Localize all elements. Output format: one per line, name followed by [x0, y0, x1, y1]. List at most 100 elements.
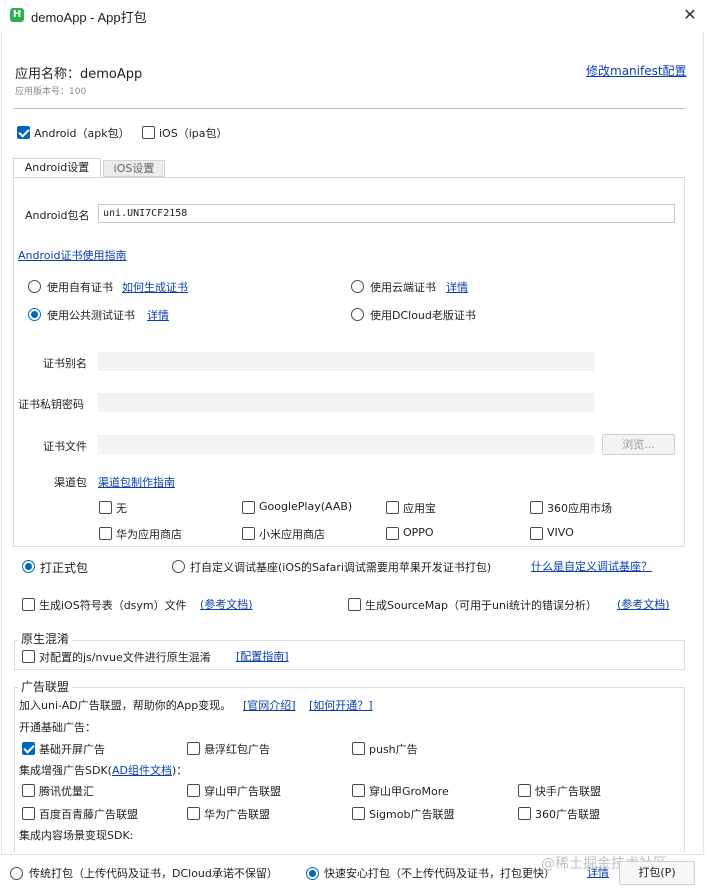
obfuscation-title: 原生混淆: [18, 630, 73, 647]
sdk-ads-label-prefix: 集成增强广告SDK(: [19, 764, 112, 777]
tab-android-settings[interactable]: Android设置: [13, 158, 101, 177]
sdk-360-label: 360广告联盟: [535, 808, 600, 821]
package-name-input[interactable]: [98, 204, 675, 223]
sourcemap-checkbox[interactable]: [348, 598, 361, 611]
channel-guide-link[interactable]: 渠道包制作指南: [98, 474, 175, 490]
channel-yingyongbao-checkbox[interactable]: [386, 501, 399, 514]
content-sdk-label: 集成内容场景变现SDK:: [19, 829, 134, 842]
obfuscation-guide-link[interactable]: [配置指南]: [236, 648, 289, 664]
cert-alias-label: 证书别名: [43, 357, 87, 370]
ad-component-doc-link[interactable]: AD组件文档: [112, 764, 172, 777]
formal-build-label: 打正式包: [40, 561, 89, 575]
basic-splash-ad-label: 基础开屏广告: [39, 743, 105, 756]
cert-alias-input[interactable]: [98, 352, 594, 371]
sdk-sigmob-label: Sigmob广告联盟: [369, 808, 455, 821]
channel-none-checkbox[interactable]: [99, 501, 112, 514]
dsym-checkbox[interactable]: [22, 598, 35, 611]
pack-button[interactable]: 打包(P): [619, 861, 695, 885]
edit-manifest-link[interactable]: 修改manifest配置: [586, 62, 687, 79]
channel-oppo-checkbox[interactable]: [386, 527, 399, 540]
sdk-tencent-label: 腾讯优量汇: [39, 785, 94, 798]
sourcemap-doc-link[interactable]: (参考文档): [617, 596, 670, 612]
tab-ios-settings[interactable]: iOS设置: [103, 160, 165, 177]
app-name-label: 应用名称：demoApp: [15, 67, 143, 82]
channel-vivo-label: VIVO: [547, 526, 574, 539]
sdk-tencent-checkbox[interactable]: [22, 784, 35, 797]
hbuilder-app-icon: H: [10, 8, 24, 22]
own-cert-radio[interactable]: [28, 280, 41, 293]
ads-how-to-open-link[interactable]: [如何开通？]: [309, 697, 373, 713]
traditional-pack-label: 传统打包（上传代码及证书，DCloud承诺不保留）: [29, 867, 278, 880]
channel-360-label: 360应用市场: [547, 502, 612, 515]
channel-googleplay-label: GooglePlay(AAB): [259, 500, 353, 513]
channel-huawei-label: 华为应用商店: [116, 528, 182, 541]
channel-none-label: 无: [116, 502, 127, 515]
channel-googleplay-checkbox[interactable]: [242, 501, 255, 514]
channel-xiaomi-checkbox[interactable]: [242, 527, 255, 540]
sdk-gromore-checkbox[interactable]: [352, 784, 365, 797]
cert-password-label: 证书私钥密码: [18, 398, 84, 411]
ios-checkbox[interactable]: [142, 126, 155, 139]
sdk-ads-label: 集成增强广告SDK(AD组件文档)：: [19, 762, 187, 778]
custom-base-label: 打自定义调试基座(iOS的Safari调试需要用苹果开发证书打包): [190, 561, 492, 574]
dcloud-cert-label: 使用DCloud老版证书: [370, 309, 476, 322]
sdk-baidu-checkbox[interactable]: [22, 807, 35, 820]
channel-360-checkbox[interactable]: [530, 501, 543, 514]
sdk-kuaishou-label: 快手广告联盟: [535, 785, 601, 798]
own-cert-label: 使用自有证书: [47, 281, 113, 294]
cert-file-label: 证书文件: [43, 440, 87, 453]
sdk-360-checkbox[interactable]: [518, 807, 531, 820]
custom-base-help-link[interactable]: 什么是自定义调试基座？: [531, 558, 652, 574]
ads-official-intro-link[interactable]: [官网介绍]: [243, 697, 296, 713]
dsym-label: 生成iOS符号表（dsym）文件: [39, 599, 187, 612]
dcloud-cert-radio[interactable]: [351, 308, 364, 321]
sdk-gromore-label: 穿山甲GroMore: [369, 785, 449, 798]
ios-platform-label: iOS（ipa包）: [159, 127, 228, 140]
obfuscation-label: 对配置的js/nvue文件进行原生混淆: [39, 651, 211, 664]
channel-huawei-checkbox[interactable]: [99, 527, 112, 540]
public-cert-label: 使用公共测试证书: [47, 309, 135, 322]
safe-pack-radio[interactable]: [306, 867, 319, 880]
sdk-huawei-label: 华为广告联盟: [204, 808, 270, 821]
cert-guide-link[interactable]: Android证书使用指南: [18, 247, 127, 263]
browse-button[interactable]: 浏览...: [602, 434, 675, 455]
obfuscation-checkbox[interactable]: [22, 650, 35, 663]
cloud-cert-label: 使用云端证书: [370, 281, 436, 294]
sdk-pangle-checkbox[interactable]: [187, 784, 200, 797]
how-to-generate-cert-link[interactable]: 如何生成证书: [122, 279, 188, 295]
floating-redpacket-ad-checkbox[interactable]: [187, 742, 200, 755]
android-checkbox[interactable]: [17, 126, 30, 139]
floating-redpacket-ad-label: 悬浮红包广告: [204, 743, 270, 756]
android-platform-label: Android（apk包）: [34, 127, 130, 140]
traditional-pack-radio[interactable]: [10, 867, 23, 880]
basic-splash-ad-checkbox[interactable]: [22, 742, 35, 755]
basic-ads-label: 开通基础广告：: [19, 721, 96, 734]
public-cert-detail-link[interactable]: 详情: [147, 307, 169, 323]
cloud-cert-radio[interactable]: [351, 280, 364, 293]
push-ad-label: push广告: [369, 743, 418, 756]
public-cert-radio[interactable]: [28, 308, 41, 321]
formal-build-radio[interactable]: [22, 560, 35, 573]
sdk-huawei-checkbox[interactable]: [187, 807, 200, 820]
channel-vivo-checkbox[interactable]: [530, 527, 543, 540]
app-version-label: 应用版本号：100: [15, 87, 87, 97]
cloud-cert-detail-link[interactable]: 详情: [446, 279, 468, 295]
sdk-sigmob-checkbox[interactable]: [352, 807, 365, 820]
sdk-ads-label-suffix: )：: [171, 764, 188, 777]
cert-password-input[interactable]: [98, 393, 594, 412]
sourcemap-label: 生成SourceMap（可用于uni统计的错误分析）: [365, 599, 597, 612]
bottom-bar: 传统打包（上传代码及证书，DCloud承诺不保留） 快速安心打包（不上传代码及证…: [0, 854, 705, 892]
close-icon[interactable]: ✕: [680, 4, 700, 26]
cert-file-input[interactable]: [98, 435, 594, 454]
ads-intro-text: 加入uni-AD广告联盟，帮助你的App变现。: [19, 699, 232, 712]
channel-label: 渠道包: [54, 476, 87, 489]
dsym-doc-link[interactable]: (参考文档): [200, 596, 253, 612]
window-title: demoApp - App打包: [31, 10, 147, 25]
custom-base-radio[interactable]: [172, 560, 185, 573]
sdk-pangle-label: 穿山甲广告联盟: [204, 785, 281, 798]
push-ad-checkbox[interactable]: [352, 742, 365, 755]
channel-xiaomi-label: 小米应用商店: [259, 528, 325, 541]
title-bar: H demoApp - App打包 ✕: [0, 0, 705, 32]
safe-pack-label: 快速安心打包（不上传代码及证书，打包更快）: [324, 867, 555, 880]
sdk-kuaishou-checkbox[interactable]: [518, 784, 531, 797]
